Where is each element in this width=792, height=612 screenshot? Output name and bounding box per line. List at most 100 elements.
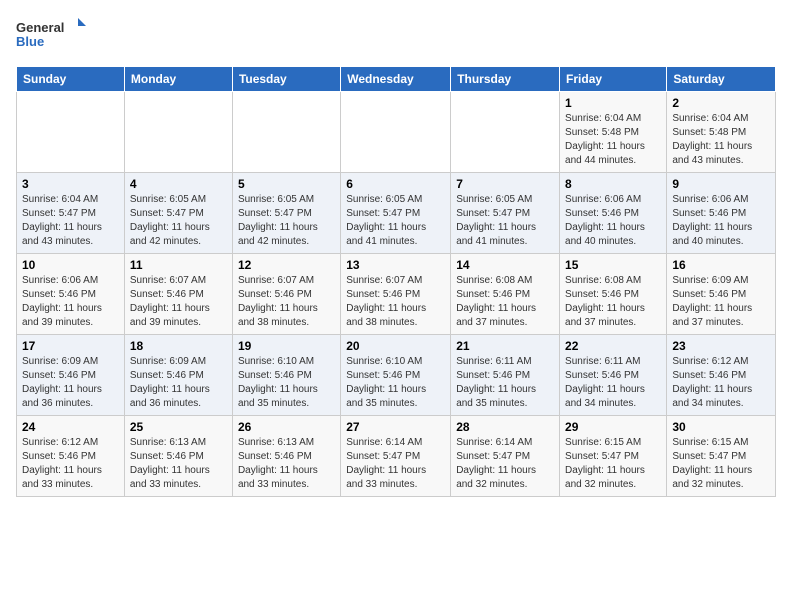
day-number: 10 <box>22 258 119 272</box>
calendar-cell: 2Sunrise: 6:04 AMSunset: 5:48 PMDaylight… <box>667 92 776 173</box>
week-row-5: 24Sunrise: 6:12 AMSunset: 5:46 PMDayligh… <box>17 416 776 497</box>
cell-info: Daylight: 11 hours and 39 minutes. <box>130 302 227 330</box>
day-number: 27 <box>346 420 445 434</box>
day-number: 4 <box>130 177 227 191</box>
cell-info: Sunset: 5:46 PM <box>672 288 770 302</box>
calendar-cell: 12Sunrise: 6:07 AMSunset: 5:46 PMDayligh… <box>232 254 340 335</box>
day-number: 2 <box>672 96 770 110</box>
cell-info: Sunset: 5:46 PM <box>238 450 335 464</box>
cell-info: Sunset: 5:47 PM <box>238 207 335 221</box>
day-number: 24 <box>22 420 119 434</box>
calendar-cell: 24Sunrise: 6:12 AMSunset: 5:46 PMDayligh… <box>17 416 125 497</box>
cell-info: Sunrise: 6:04 AM <box>22 193 119 207</box>
day-number: 20 <box>346 339 445 353</box>
cell-info: Sunrise: 6:13 AM <box>238 436 335 450</box>
cell-info: Sunrise: 6:04 AM <box>565 112 661 126</box>
day-number: 30 <box>672 420 770 434</box>
calendar-cell: 19Sunrise: 6:10 AMSunset: 5:46 PMDayligh… <box>232 335 340 416</box>
cell-info: Sunset: 5:46 PM <box>565 369 661 383</box>
cell-info: Sunset: 5:47 PM <box>346 207 445 221</box>
cell-info: Sunrise: 6:15 AM <box>565 436 661 450</box>
header-tuesday: Tuesday <box>232 67 340 92</box>
cell-info: Sunrise: 6:08 AM <box>456 274 554 288</box>
cell-info: Sunrise: 6:11 AM <box>456 355 554 369</box>
cell-info: Sunset: 5:48 PM <box>672 126 770 140</box>
calendar-cell: 27Sunrise: 6:14 AMSunset: 5:47 PMDayligh… <box>341 416 451 497</box>
header-wednesday: Wednesday <box>341 67 451 92</box>
cell-info: Sunset: 5:46 PM <box>456 369 554 383</box>
cell-info: Sunrise: 6:10 AM <box>346 355 445 369</box>
day-number: 7 <box>456 177 554 191</box>
day-number: 25 <box>130 420 227 434</box>
header-saturday: Saturday <box>667 67 776 92</box>
calendar-cell <box>341 92 451 173</box>
cell-info: Daylight: 11 hours and 36 minutes. <box>22 383 119 411</box>
calendar-cell: 26Sunrise: 6:13 AMSunset: 5:46 PMDayligh… <box>232 416 340 497</box>
cell-info: Daylight: 11 hours and 33 minutes. <box>238 464 335 492</box>
cell-info: Sunset: 5:47 PM <box>565 450 661 464</box>
cell-info: Sunrise: 6:05 AM <box>346 193 445 207</box>
header-sunday: Sunday <box>17 67 125 92</box>
calendar-cell: 16Sunrise: 6:09 AMSunset: 5:46 PMDayligh… <box>667 254 776 335</box>
cell-info: Daylight: 11 hours and 33 minutes. <box>22 464 119 492</box>
cell-info: Daylight: 11 hours and 43 minutes. <box>672 140 770 168</box>
cell-info: Daylight: 11 hours and 37 minutes. <box>565 302 661 330</box>
day-number: 19 <box>238 339 335 353</box>
calendar-cell: 10Sunrise: 6:06 AMSunset: 5:46 PMDayligh… <box>17 254 125 335</box>
cell-info: Sunrise: 6:12 AM <box>672 355 770 369</box>
calendar-cell: 8Sunrise: 6:06 AMSunset: 5:46 PMDaylight… <box>560 173 667 254</box>
calendar-cell <box>451 92 560 173</box>
week-row-4: 17Sunrise: 6:09 AMSunset: 5:46 PMDayligh… <box>17 335 776 416</box>
cell-info: Daylight: 11 hours and 37 minutes. <box>672 302 770 330</box>
calendar-cell: 4Sunrise: 6:05 AMSunset: 5:47 PMDaylight… <box>124 173 232 254</box>
day-number: 16 <box>672 258 770 272</box>
calendar-table: SundayMondayTuesdayWednesdayThursdayFrid… <box>16 66 776 497</box>
day-number: 13 <box>346 258 445 272</box>
cell-info: Sunrise: 6:05 AM <box>456 193 554 207</box>
day-number: 1 <box>565 96 661 110</box>
calendar-cell: 11Sunrise: 6:07 AMSunset: 5:46 PMDayligh… <box>124 254 232 335</box>
cell-info: Sunset: 5:46 PM <box>130 450 227 464</box>
cell-info: Daylight: 11 hours and 40 minutes. <box>565 221 661 249</box>
cell-info: Sunset: 5:46 PM <box>672 207 770 221</box>
cell-info: Sunrise: 6:11 AM <box>565 355 661 369</box>
header-monday: Monday <box>124 67 232 92</box>
cell-info: Daylight: 11 hours and 41 minutes. <box>346 221 445 249</box>
day-number: 23 <box>672 339 770 353</box>
day-number: 28 <box>456 420 554 434</box>
week-row-2: 3Sunrise: 6:04 AMSunset: 5:47 PMDaylight… <box>17 173 776 254</box>
cell-info: Sunrise: 6:05 AM <box>130 193 227 207</box>
cell-info: Sunset: 5:46 PM <box>238 369 335 383</box>
cell-info: Sunrise: 6:10 AM <box>238 355 335 369</box>
cell-info: Daylight: 11 hours and 37 minutes. <box>456 302 554 330</box>
week-row-1: 1Sunrise: 6:04 AMSunset: 5:48 PMDaylight… <box>17 92 776 173</box>
cell-info: Daylight: 11 hours and 35 minutes. <box>456 383 554 411</box>
svg-text:General: General <box>16 20 64 35</box>
calendar-cell: 29Sunrise: 6:15 AMSunset: 5:47 PMDayligh… <box>560 416 667 497</box>
cell-info: Daylight: 11 hours and 36 minutes. <box>130 383 227 411</box>
cell-info: Sunset: 5:46 PM <box>565 288 661 302</box>
cell-info: Daylight: 11 hours and 38 minutes. <box>238 302 335 330</box>
cell-info: Sunset: 5:47 PM <box>130 207 227 221</box>
cell-info: Sunrise: 6:14 AM <box>346 436 445 450</box>
cell-info: Sunset: 5:46 PM <box>346 288 445 302</box>
calendar-cell: 20Sunrise: 6:10 AMSunset: 5:46 PMDayligh… <box>341 335 451 416</box>
calendar-cell: 7Sunrise: 6:05 AMSunset: 5:47 PMDaylight… <box>451 173 560 254</box>
cell-info: Daylight: 11 hours and 40 minutes. <box>672 221 770 249</box>
calendar-cell: 25Sunrise: 6:13 AMSunset: 5:46 PMDayligh… <box>124 416 232 497</box>
cell-info: Daylight: 11 hours and 33 minutes. <box>346 464 445 492</box>
cell-info: Sunset: 5:46 PM <box>22 288 119 302</box>
cell-info: Sunset: 5:46 PM <box>22 369 119 383</box>
day-number: 6 <box>346 177 445 191</box>
calendar-cell: 13Sunrise: 6:07 AMSunset: 5:46 PMDayligh… <box>341 254 451 335</box>
header-thursday: Thursday <box>451 67 560 92</box>
week-row-3: 10Sunrise: 6:06 AMSunset: 5:46 PMDayligh… <box>17 254 776 335</box>
cell-info: Sunrise: 6:09 AM <box>22 355 119 369</box>
calendar-cell: 23Sunrise: 6:12 AMSunset: 5:46 PMDayligh… <box>667 335 776 416</box>
calendar-cell <box>124 92 232 173</box>
cell-info: Daylight: 11 hours and 32 minutes. <box>672 464 770 492</box>
cell-info: Sunset: 5:48 PM <box>565 126 661 140</box>
day-number: 8 <box>565 177 661 191</box>
cell-info: Sunrise: 6:09 AM <box>130 355 227 369</box>
calendar-cell: 9Sunrise: 6:06 AMSunset: 5:46 PMDaylight… <box>667 173 776 254</box>
